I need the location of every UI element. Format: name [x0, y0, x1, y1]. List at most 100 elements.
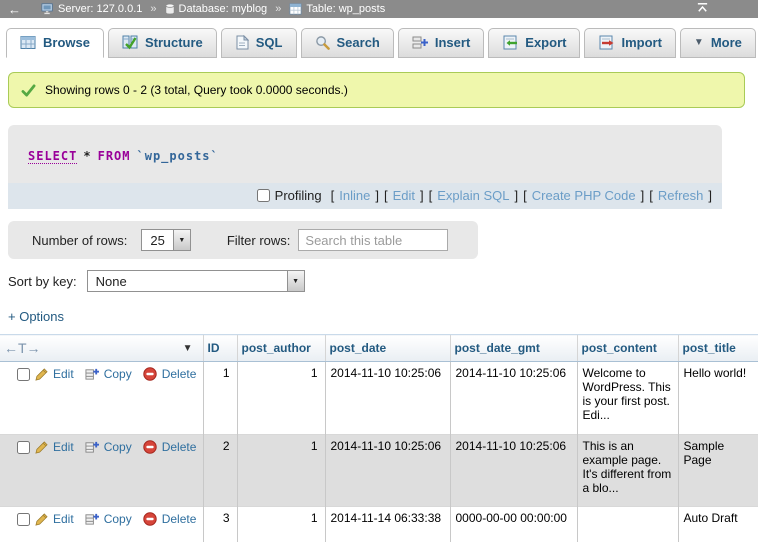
cell-post-content: Welcome to WordPress. This is your first… [577, 362, 678, 435]
tab-sql-label: SQL [256, 35, 283, 50]
dropdown-arrow-icon: ▼ [287, 271, 304, 291]
sort-by-key-select[interactable]: None ▼ [87, 270, 305, 292]
tab-import[interactable]: Import [584, 28, 675, 58]
header-post-title[interactable]: post_title [678, 335, 758, 362]
cell-post-date: 2014-11-10 10:25:06 [325, 435, 450, 507]
copy-icon[interactable] [85, 367, 99, 381]
tab-insert[interactable]: Insert [398, 28, 484, 58]
row-actions-cell: Edit Copy Delete [0, 435, 203, 507]
table-row: Edit Copy Delete 3 1 2014-11-14 06:33:38… [0, 507, 758, 542]
insert-icon [412, 35, 428, 50]
bracket: [ [331, 188, 335, 203]
tab-bar: Browse Structure SQL Search Insert Expor… [0, 18, 758, 58]
copy-icon[interactable] [85, 440, 99, 454]
tab-sql[interactable]: SQL [221, 28, 297, 58]
inline-link[interactable]: Inline [339, 188, 370, 203]
tab-more[interactable]: ▼ More [680, 28, 756, 58]
header-id[interactable]: ID [203, 335, 237, 362]
breadcrumb-server[interactable]: Server: 127.0.0.1 [41, 3, 142, 15]
success-check-icon [21, 84, 36, 97]
edit-pencil-icon[interactable] [35, 513, 48, 526]
row-checkbox[interactable] [17, 513, 30, 526]
profiling-checkbox[interactable] [257, 189, 270, 202]
explain-sql-link[interactable]: Explain SQL [437, 188, 509, 203]
number-of-rows-value: 25 [142, 230, 172, 250]
edit-link[interactable]: Edit [53, 367, 74, 381]
edit-link[interactable]: Edit [53, 512, 74, 526]
number-of-rows-select[interactable]: 25 ▼ [141, 229, 190, 251]
row-actions-cell: Edit Copy Delete [0, 362, 203, 435]
number-of-rows-label: Number of rows: [32, 233, 127, 248]
edit-link[interactable]: Edit [53, 440, 74, 454]
table-row: Edit Copy Delete 1 1 2014-11-10 10:25:06… [0, 362, 758, 435]
options-toggle-link[interactable]: + Options [8, 309, 64, 324]
import-icon [598, 35, 614, 50]
delete-link[interactable]: Delete [162, 512, 197, 526]
cell-id: 2 [203, 435, 237, 507]
copy-icon[interactable] [85, 512, 99, 526]
transpose-nav-icon[interactable]: ←T→ [4, 340, 41, 356]
results-table: ←T→ ▼ ID post_author post_date post_date… [0, 334, 758, 542]
sql-star: * [83, 149, 91, 163]
bracket: ] [708, 188, 712, 203]
bracket: [ [649, 188, 653, 203]
header-post-content[interactable]: post_content [577, 335, 678, 362]
copy-link[interactable]: Copy [104, 367, 132, 381]
query-links-bar: Profiling [ Inline ] [ Edit ] [ Explain … [8, 183, 722, 209]
copy-link[interactable]: Copy [104, 440, 132, 454]
bracket: [ [429, 188, 433, 203]
back-arrow-icon[interactable]: ← [8, 2, 21, 17]
column-options-dropdown-icon[interactable]: ▼ [183, 343, 193, 354]
filter-rows-input[interactable] [298, 229, 448, 251]
breadcrumb-database[interactable]: Database: myblog [165, 3, 268, 15]
tab-structure-label: Structure [145, 35, 203, 50]
delete-link[interactable]: Delete [162, 367, 197, 381]
table-header-row: ←T→ ▼ ID post_author post_date post_date… [0, 335, 758, 362]
cell-post-author: 1 [237, 507, 325, 542]
table-row: Edit Copy Delete 2 1 2014-11-10 10:25:06… [0, 435, 758, 507]
cell-post-title: Sample Page [678, 435, 758, 507]
edit-pencil-icon[interactable] [35, 368, 48, 381]
delete-icon[interactable] [143, 440, 157, 454]
cell-post-title: Hello world! [678, 362, 758, 435]
breadcrumb-separator: » [150, 3, 156, 15]
tab-browse[interactable]: Browse [6, 28, 104, 58]
delete-icon[interactable] [143, 512, 157, 526]
edit-query-link[interactable]: Edit [393, 188, 415, 203]
create-php-code-link[interactable]: Create PHP Code [532, 188, 636, 203]
breadcrumb-table[interactable]: Table: wp_posts [289, 3, 385, 15]
collapse-panel-icon[interactable] [695, 1, 710, 17]
row-checkbox[interactable] [17, 368, 30, 381]
header-post-date-gmt[interactable]: post_date_gmt [450, 335, 577, 362]
tab-insert-label: Insert [435, 35, 470, 50]
cell-post-date-gmt: 2014-11-10 10:25:06 [450, 362, 577, 435]
header-post-author[interactable]: post_author [237, 335, 325, 362]
sort-row: Sort by key: None ▼ [8, 270, 758, 292]
cell-post-date-gmt: 0000-00-00 00:00:00 [450, 507, 577, 542]
cell-post-author: 1 [237, 362, 325, 435]
profiling-label: Profiling [275, 188, 322, 203]
breadcrumb-database-label: Database: myblog [179, 3, 268, 15]
breadcrumb-separator: » [275, 3, 281, 15]
export-icon [502, 35, 518, 50]
refresh-link[interactable]: Refresh [658, 188, 704, 203]
tab-export[interactable]: Export [488, 28, 580, 58]
dropdown-arrow-icon: ▼ [173, 230, 190, 250]
delete-link[interactable]: Delete [162, 440, 197, 454]
tab-structure[interactable]: Structure [108, 28, 217, 58]
cell-id: 3 [203, 507, 237, 542]
delete-icon[interactable] [143, 367, 157, 381]
sql-query: SELECT*FROM`wp_posts` [8, 125, 722, 183]
cell-post-content [577, 507, 678, 542]
tab-search[interactable]: Search [301, 28, 394, 58]
cell-post-title: Auto Draft [678, 507, 758, 542]
edit-pencil-icon[interactable] [35, 441, 48, 454]
row-checkbox[interactable] [17, 441, 30, 454]
cell-post-author: 1 [237, 435, 325, 507]
copy-link[interactable]: Copy [104, 512, 132, 526]
bracket: [ [384, 188, 388, 203]
sql-icon [235, 35, 249, 50]
breadcrumb-server-label: Server: 127.0.0.1 [58, 3, 142, 15]
tab-more-label: More [711, 35, 742, 50]
header-post-date[interactable]: post_date [325, 335, 450, 362]
